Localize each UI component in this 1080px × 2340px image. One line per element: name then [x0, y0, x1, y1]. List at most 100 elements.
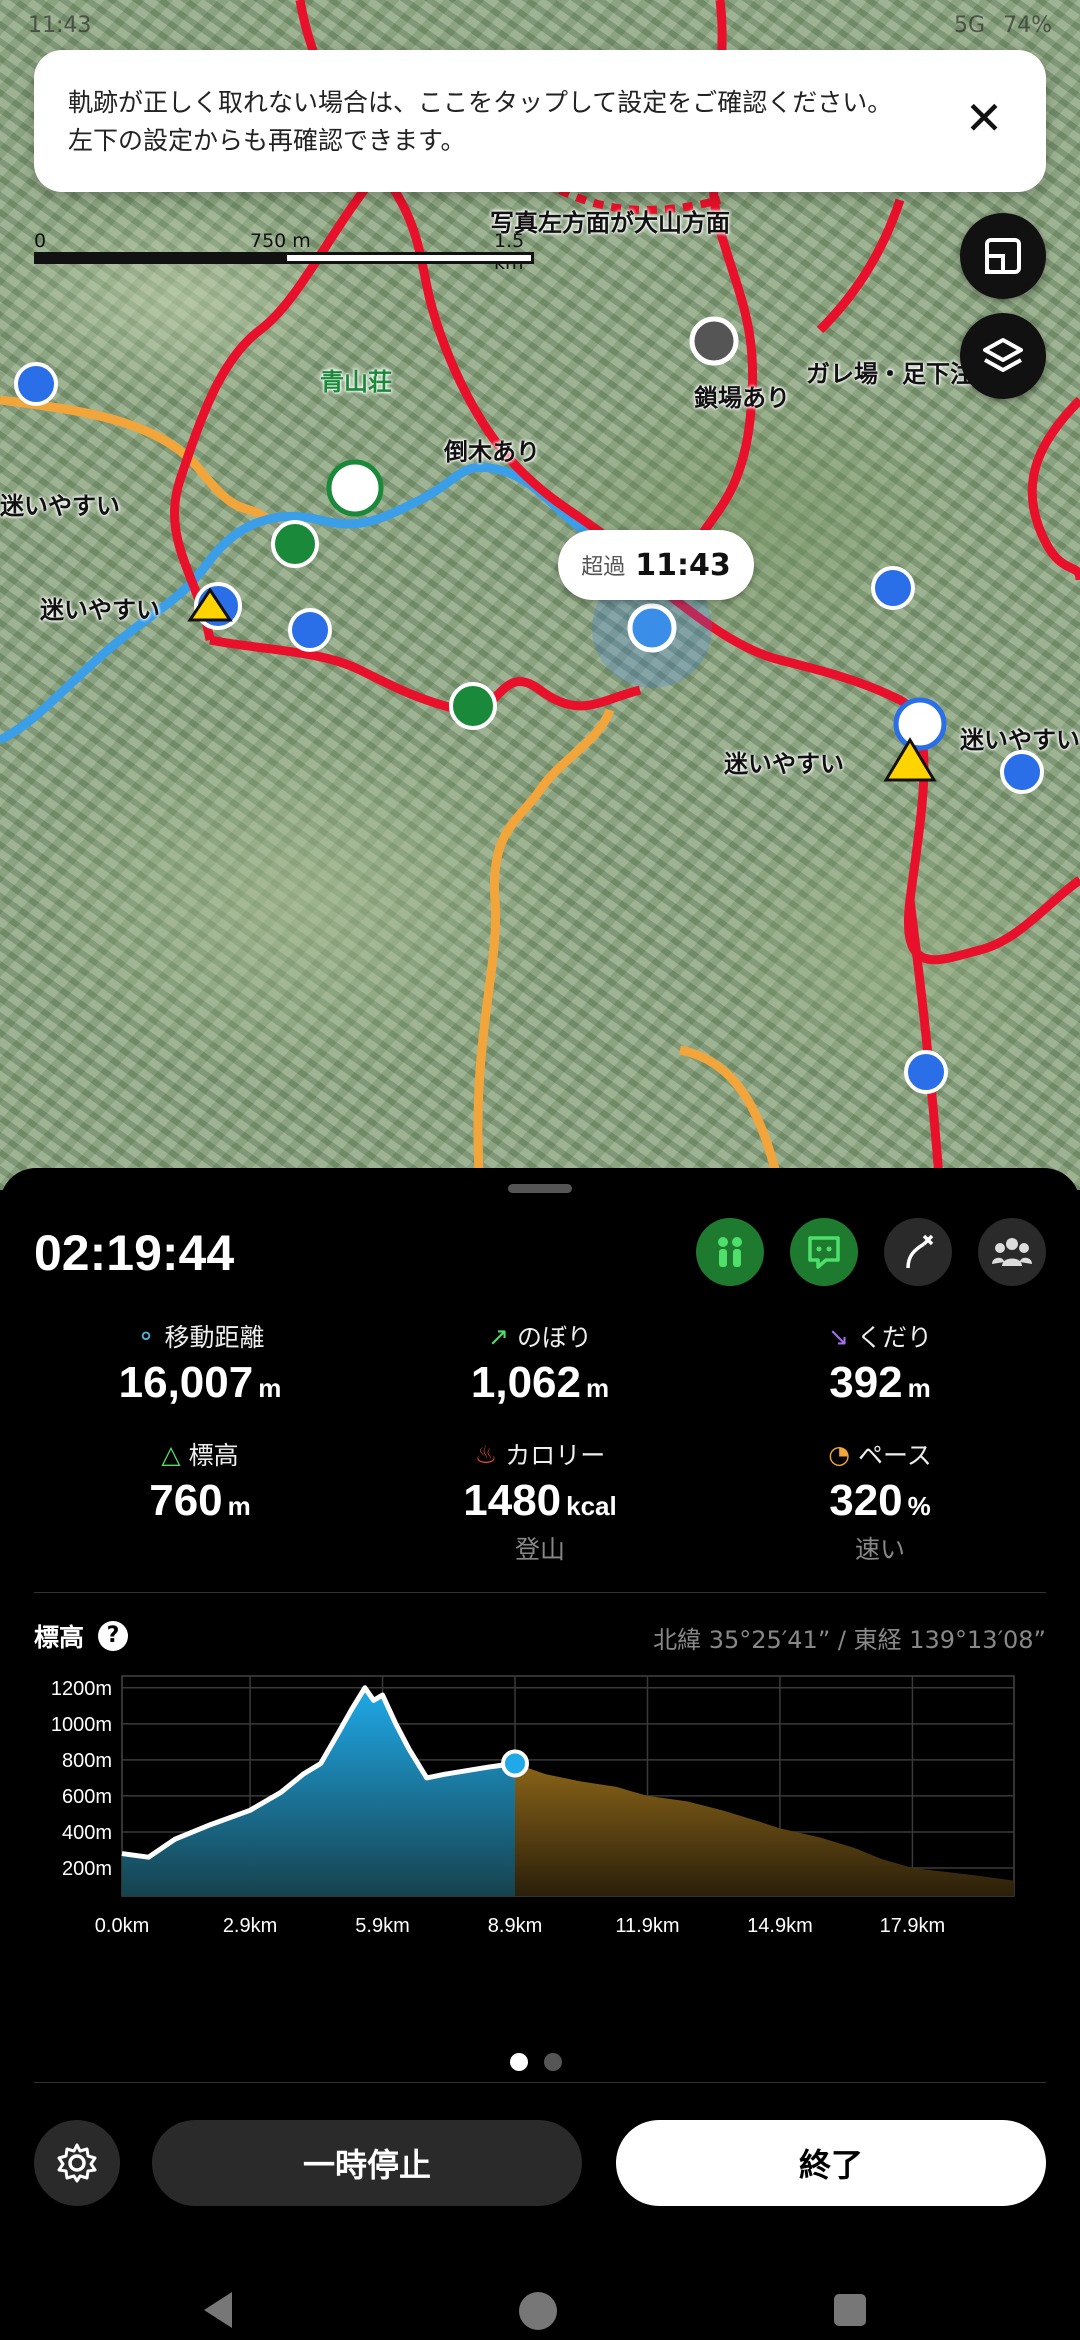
pause-button[interactable]: 一時停止 — [152, 2120, 582, 2206]
flame-icon: ♨ — [474, 1439, 498, 1469]
map-label-easy-to-get-lost: 迷いやすい — [960, 726, 1080, 754]
party-members-button[interactable] — [978, 1218, 1046, 1286]
stat-unit: m — [258, 1373, 282, 1403]
stat-calories: ♨ カロリー 1480 kcal 登山 — [380, 1436, 700, 1566]
stat-distance: ⚬ 移動距離 16,007 m — [40, 1318, 360, 1408]
chart-y-tick-label: 800m — [62, 1750, 112, 1772]
stat-altitude: △ 標高 760 m — [40, 1436, 360, 1526]
stat-descent: ↘ くだり 392 m — [720, 1318, 1040, 1408]
stat-unit: % — [907, 1491, 931, 1521]
banner-message: 軌跡が正しく取れない場合は、ここをタップして設定をご確認ください。左下の設定から… — [68, 88, 893, 155]
stat-subtext: 速い — [854, 1535, 905, 1564]
stat-label: カロリー — [505, 1441, 606, 1470]
track-mode-button[interactable] — [696, 1218, 764, 1286]
stat-label: 移動距離 — [164, 1323, 265, 1352]
map-label-easy-to-get-lost: 迷いやすい — [724, 750, 844, 778]
battery-level: 74% — [1003, 12, 1052, 38]
map-label-chains: 鎖場あり — [694, 384, 790, 412]
chart-y-tick-label: 1200m — [51, 1678, 112, 1700]
map-label-easy-to-get-lost: 迷いやすい — [40, 596, 160, 624]
ascent-icon: ↗ — [488, 1321, 509, 1351]
elevation-series-planned-area — [515, 1763, 1014, 1896]
map-view[interactable]: 11:43 5G 74% 軌跡が正しく取れない場合は、ここをタップして設定をご確… — [0, 0, 1080, 1190]
map-label-lodge: 青山荘 — [320, 368, 392, 396]
group-icon — [992, 1238, 1032, 1266]
close-icon[interactable]: ✕ — [952, 86, 1016, 150]
gear-icon — [57, 2143, 97, 2183]
help-icon[interactable]: ? — [98, 1621, 129, 1651]
map-layers-button[interactable] — [960, 313, 1046, 399]
stat-value: 1480 — [463, 1476, 562, 1525]
end-button[interactable]: 終了 — [616, 2120, 1046, 2206]
chart-x-tick-label: 14.9km — [747, 1915, 813, 1937]
chart-y-tick-label: 200m — [62, 1858, 112, 1880]
descent-icon: ↘ — [828, 1321, 849, 1351]
stat-value: 760 — [149, 1476, 223, 1525]
back-icon[interactable] — [204, 2292, 232, 2328]
stat-ascent: ↗ のぼり 1,062 m — [380, 1318, 700, 1408]
speedometer-icon: ◔ — [828, 1439, 851, 1469]
elevation-section-title: 標高 ? — [34, 1618, 129, 1654]
off-route-button[interactable] — [884, 1218, 952, 1286]
elapsed-time: 02:19:44 — [34, 1225, 235, 1281]
elevation-title: 標高 — [34, 1623, 85, 1652]
stat-unit: m — [585, 1373, 610, 1403]
stat-value: 1,062 — [470, 1358, 581, 1407]
map-label-easy-to-get-lost: 迷いやすい — [0, 492, 120, 520]
divider — [34, 1592, 1046, 1593]
chart-markers — [501, 1749, 530, 1778]
elevation-chart[interactable]: 1200m 1000m 800m 600m 400m 200m 0.0km 2.9km 5.9… — [0, 1666, 1080, 2036]
stat-label: ペース — [858, 1441, 932, 1470]
chart-x-tick-label: 2.9km — [223, 1915, 277, 1937]
chart-y-tick-label: 1000m — [51, 1714, 112, 1736]
chart-y-tick-labels: 1200m 1000m 800m 600m 400m 200m — [51, 1678, 112, 1880]
chart-x-tick-label: 5.9km — [355, 1915, 409, 1937]
network-indicator: 5G — [954, 12, 986, 38]
stat-value: 392 — [829, 1358, 903, 1407]
stat-unit: m — [227, 1491, 251, 1521]
map-label-scree: ガレ場・足下注 — [806, 360, 974, 388]
stat-label: 標高 — [188, 1441, 239, 1470]
page-indicator — [510, 2053, 562, 2071]
status-time: 11:43 — [28, 12, 92, 38]
page-dot[interactable] — [544, 2053, 562, 2071]
fit-screen-icon — [985, 238, 1021, 274]
chart-x-tick-label: 11.9km — [615, 1915, 679, 1937]
chart-x-tick-label: 8.9km — [488, 1915, 542, 1937]
chart-x-tick-label: 0.0km — [95, 1915, 149, 1937]
fit-route-button[interactable] — [960, 213, 1046, 299]
status-bar: 11:43 5G 74% — [0, 0, 1080, 50]
page-dot-active[interactable] — [510, 2053, 528, 2071]
panel-drag-handle[interactable] — [508, 1184, 572, 1193]
home-icon[interactable] — [519, 2292, 557, 2330]
chart-areas — [121, 1685, 1014, 1896]
stat-label: くだり — [856, 1323, 932, 1352]
stat-value: 320 — [829, 1476, 903, 1525]
system-nav-bar — [0, 2280, 1080, 2340]
time-marker-time: 11:43 — [635, 547, 731, 583]
gps-settings-banner[interactable]: 軌跡が正しく取れない場合は、ここをタップして設定をご確認ください。左下の設定から… — [34, 50, 1046, 192]
stat-label: のぼり — [516, 1323, 592, 1352]
time-marker-prefix: 超過 — [581, 555, 626, 580]
safety-share-button[interactable] — [790, 1218, 858, 1286]
coordinates-readout: 北緯 35°25′41” / 東経 139°13′08” — [653, 1626, 1046, 1654]
stat-value: 16,007 — [118, 1358, 254, 1407]
chart-x-tick-label: 17.9km — [880, 1915, 946, 1937]
current-position-marker — [501, 1749, 530, 1778]
mountain-icon: △ — [161, 1439, 181, 1469]
stat-unit: m — [907, 1373, 931, 1403]
tracking-panel: 02:19:44 ⚬ 移動距離 16,007 m ↗ のぼり 1,062 m ↘ くだり — [0, 1168, 1080, 2340]
map-label-fallen-tree: 倒木あり — [444, 438, 540, 466]
settings-button[interactable] — [34, 2120, 120, 2206]
divider — [34, 2082, 1046, 2083]
recents-icon[interactable] — [834, 2294, 866, 2326]
chart-y-tick-label: 600m — [62, 1786, 112, 1808]
off-route-icon — [906, 1234, 934, 1269]
chat-shield-icon — [808, 1236, 840, 1269]
time-marker: 超過 11:43 — [558, 530, 754, 600]
distance-icon: ⚬ — [135, 1321, 157, 1351]
layers-icon — [983, 338, 1023, 372]
stat-subtext: 登山 — [514, 1535, 565, 1564]
scale-mid-label: 750 m — [250, 230, 311, 252]
stat-pace: ◔ ペース 320% 速い — [720, 1436, 1040, 1566]
